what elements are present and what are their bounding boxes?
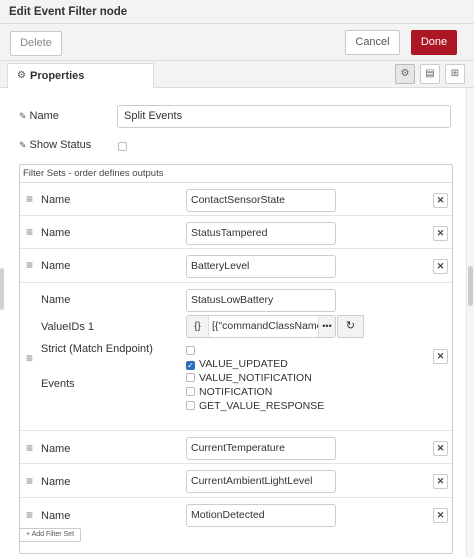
filter-set-name-input[interactable]: StatusTampered <box>186 222 336 245</box>
remove-filter-set-button[interactable]: ✕ <box>433 508 448 523</box>
events-label: Events <box>41 378 75 390</box>
pencil-icon: ✎ <box>19 140 27 150</box>
tabs-bar: ⚙ Properties ⚙ ▤ ⊞ <box>0 61 474 89</box>
filter-set-row: ≡ Name ContactSensorState ✕ <box>20 184 452 216</box>
tab-properties[interactable]: ⚙ Properties <box>7 63 154 89</box>
add-filter-set-button[interactable]: + Add Filter Set <box>19 528 81 542</box>
properties-panel: ✎ Name Split Events ✎ Show Status Filter S… <box>0 88 466 557</box>
valueids-json-input[interactable]: {} [{"commandClassName ••• <box>186 315 336 338</box>
filter-set-row: ≡ Name MotionDetected ✕ <box>20 499 452 539</box>
drag-handle-icon[interactable]: ≡ <box>26 509 33 521</box>
drag-handle-icon[interactable]: ≡ <box>26 259 33 271</box>
filter-sets-header: Filter Sets - order defines outputs <box>20 165 452 183</box>
filter-set-row: ≡ Name StatusTampered ✕ <box>20 217 452 249</box>
drag-handle-icon[interactable]: ≡ <box>26 475 33 487</box>
filter-set-name-label: Name <box>41 443 71 455</box>
remove-filter-set-button[interactable]: ✕ <box>433 226 448 241</box>
filter-sets-header-text: Filter Sets - order defines outputs <box>23 168 164 179</box>
name-label-text: Name <box>29 110 59 122</box>
strict-checkbox[interactable] <box>186 346 195 355</box>
filter-set-name-label: Name <box>41 227 71 239</box>
done-button[interactable]: Done <box>411 30 457 55</box>
cancel-button[interactable]: Cancel <box>345 30 400 55</box>
filter-set-row: ≡ Name BatteryLevel ✕ <box>20 250 452 283</box>
remove-filter-set-button[interactable]: ✕ <box>433 349 448 364</box>
add-filter-set-label: Add Filter Set <box>31 531 75 538</box>
dialog-title: Edit Event Filter node <box>9 6 128 18</box>
show-status-label-text: Show Status <box>29 139 92 151</box>
event-option-label: VALUE_UPDATED <box>199 358 288 370</box>
filter-sets-list: Filter Sets - order defines outputs ≡ Na… <box>19 164 453 554</box>
expand-editor-icon[interactable]: ••• <box>318 316 335 337</box>
pencil-icon: ✎ <box>19 111 27 121</box>
filter-set-name-label: Name <box>41 260 71 272</box>
drag-handle-icon[interactable]: ≡ <box>26 442 33 454</box>
filter-set-name-label: Name <box>41 294 71 306</box>
drag-handle-icon[interactable]: ≡ <box>26 226 33 238</box>
appearance-tab-icon[interactable]: ⊞ <box>445 64 465 84</box>
delete-button[interactable]: Delete <box>10 31 62 56</box>
checkbox[interactable] <box>186 401 195 410</box>
tab-properties-label: Properties <box>30 70 85 82</box>
filter-set-name-input[interactable]: CurrentAmbientLightLevel <box>186 470 336 493</box>
filter-set-name-label: Name <box>41 510 71 522</box>
filter-set-row: ≡ Name StatusLowBattery ValueIDs 1 {} [{… <box>20 284 452 431</box>
name-input[interactable]: Split Events <box>117 105 451 128</box>
filter-set-name-input[interactable]: MotionDetected <box>186 504 336 527</box>
name-field-label: ✎ Name <box>19 110 59 122</box>
checkbox-checked-icon[interactable]: ✓ <box>186 361 195 370</box>
remove-filter-set-button[interactable]: ✕ <box>433 474 448 489</box>
event-option[interactable]: NOTIFICATION <box>186 386 272 398</box>
refresh-button[interactable]: ↻ <box>337 315 364 338</box>
filter-set-name-input[interactable]: StatusLowBattery <box>186 289 336 312</box>
remove-filter-set-button[interactable]: ✕ <box>433 259 448 274</box>
filter-set-row: ≡ Name CurrentTemperature ✕ <box>20 432 452 464</box>
remove-filter-set-button[interactable]: ✕ <box>433 193 448 208</box>
description-tab-icon[interactable]: ▤ <box>420 64 440 84</box>
event-option[interactable]: VALUE_NOTIFICATION <box>186 372 312 384</box>
filter-set-row: ≡ Name CurrentAmbientLightLevel ✕ <box>20 465 452 498</box>
drag-handle-icon[interactable]: ≡ <box>26 193 33 205</box>
settings-tab-icon[interactable]: ⚙ <box>395 64 415 84</box>
event-option-label: GET_VALUE_RESPONSE <box>199 400 325 412</box>
scrollbar[interactable] <box>466 88 474 557</box>
valueids-label: ValueIDs 1 <box>41 321 94 333</box>
scrollbar-thumb[interactable] <box>468 266 473 306</box>
filter-set-name-input[interactable]: CurrentTemperature <box>186 437 336 460</box>
show-status-checkbox[interactable] <box>118 142 127 151</box>
strict-label: Strict (Match Endpoint) <box>41 343 153 355</box>
resize-grip[interactable] <box>0 268 4 310</box>
checkbox[interactable] <box>186 387 195 396</box>
show-status-label: ✎ Show Status <box>19 139 91 151</box>
gear-icon: ⚙ <box>17 70 26 81</box>
dialog-toolbar: Delete Cancel Done <box>0 24 474 61</box>
valueids-value: [{"commandClassName <box>212 320 323 332</box>
filter-set-name-input[interactable]: BatteryLevel <box>186 255 336 278</box>
dialog-titlebar: Edit Event Filter node <box>0 0 474 24</box>
drag-handle-icon[interactable]: ≡ <box>26 352 33 364</box>
remove-filter-set-button[interactable]: ✕ <box>433 441 448 456</box>
event-option[interactable]: GET_VALUE_RESPONSE <box>186 400 324 412</box>
filter-set-name-input[interactable]: ContactSensorState <box>186 189 336 212</box>
json-braces-icon: {} <box>187 316 209 337</box>
event-option-label: VALUE_NOTIFICATION <box>199 372 312 384</box>
checkbox[interactable] <box>186 373 195 382</box>
filter-set-name-label: Name <box>41 476 71 488</box>
filter-set-name-label: Name <box>41 194 71 206</box>
event-option-label: NOTIFICATION <box>199 386 273 398</box>
event-option[interactable]: ✓ VALUE_UPDATED <box>186 358 288 370</box>
